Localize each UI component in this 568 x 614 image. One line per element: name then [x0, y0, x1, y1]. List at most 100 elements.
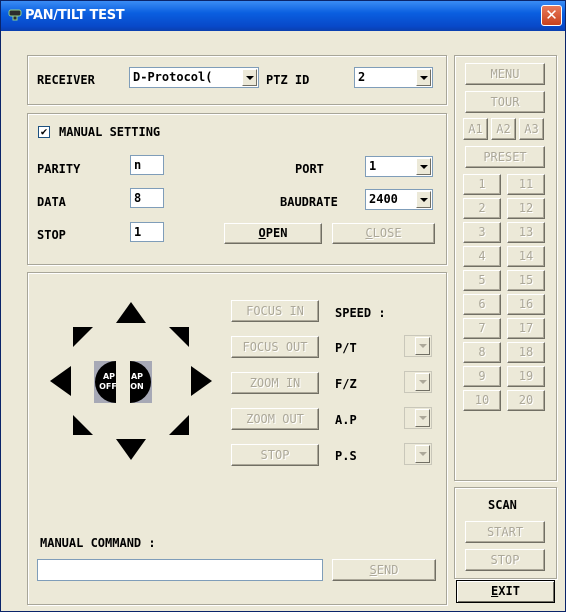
baudrate-select[interactable]: 2400 — [365, 189, 433, 210]
arrow-up-left-icon[interactable] — [73, 327, 93, 347]
fz-speed-select[interactable] — [404, 371, 432, 393]
receiver-label: RECEIVER — [37, 73, 95, 87]
ap-on-line2: ON — [130, 382, 144, 391]
ap-speed-select[interactable] — [404, 407, 432, 429]
ap-off-half-circle-icon: AP OFF — [95, 361, 117, 403]
dialog-client-area: RECEIVER D-Protocol( PTZ ID 2 ✔ MANUAL S… — [5, 33, 561, 609]
baudrate-value: 2400 — [369, 192, 398, 206]
arrow-left-icon[interactable] — [50, 366, 71, 396]
preset-9-button[interactable]: 9 — [463, 366, 501, 387]
preset-12-button[interactable]: 12 — [507, 198, 545, 219]
chevron-down-icon[interactable] — [416, 158, 431, 175]
manual-setting-group: ✔ MANUAL SETTING PARITY n DATA 8 STOP 1 … — [27, 113, 447, 265]
chevron-down-icon[interactable] — [415, 373, 430, 391]
arrow-down-right-icon[interactable] — [169, 415, 189, 435]
zoom-out-button[interactable]: ZOOM OUT — [231, 408, 319, 430]
preset-button[interactable]: PRESET — [465, 146, 545, 168]
fz-speed-label: F/Z — [335, 377, 357, 391]
baudrate-label: BAUDRATE — [280, 195, 338, 209]
window-title: PAN/TILT TEST — [25, 8, 125, 23]
ap-off-line1: AP — [103, 372, 115, 381]
port-select[interactable]: 1 — [365, 156, 433, 177]
ap-on-button[interactable]: AP ON — [130, 361, 152, 403]
receiver-protocol-value: D-Protocol( — [133, 70, 213, 84]
receiver-protocol-select[interactable]: D-Protocol( — [129, 67, 259, 88]
pt-speed-label: P/T — [335, 341, 357, 355]
chevron-down-icon[interactable] — [415, 445, 430, 463]
chevron-down-icon[interactable] — [416, 191, 431, 208]
stop-bits-field[interactable]: 1 — [130, 222, 164, 242]
chevron-down-icon[interactable] — [415, 409, 430, 427]
title-bar[interactable]: PAN/TILT TEST ✕ — [1, 1, 565, 31]
chevron-down-icon[interactable] — [416, 69, 431, 86]
focus-in-button[interactable]: FOCUS IN — [231, 300, 319, 322]
preset-14-button[interactable]: 14 — [507, 246, 545, 267]
exit-button[interactable]: EXIT — [456, 580, 555, 603]
preset-10-button[interactable]: 10 — [463, 390, 501, 411]
preset-4-button[interactable]: 4 — [463, 246, 501, 267]
preset-13-button[interactable]: 13 — [507, 222, 545, 243]
chevron-down-icon[interactable] — [242, 69, 257, 86]
scan-group: SCAN START STOP — [454, 487, 557, 579]
dialog-window: PAN/TILT TEST ✕ RECEIVER D-Protocol( PTZ… — [0, 0, 566, 612]
ap-on-half-circle-icon: AP ON — [130, 361, 151, 403]
ap-on-line1: AP — [131, 372, 143, 381]
scan-label: SCAN — [488, 498, 517, 512]
arrow-up-right-icon[interactable] — [169, 327, 189, 347]
ptz-id-select[interactable]: 2 — [354, 67, 433, 88]
preset-19-button[interactable]: 19 — [507, 366, 545, 387]
control-group: AP OFF AP ON FOCUS IN FOCUS OUT ZOOM IN … — [27, 272, 447, 605]
menu-button[interactable]: MENU — [465, 63, 545, 85]
port-label: PORT — [295, 162, 324, 176]
preset-1-button[interactable]: 1 — [463, 174, 501, 195]
preset-2-button[interactable]: 2 — [463, 198, 501, 219]
preset-8-button[interactable]: 8 — [463, 342, 501, 363]
send-button[interactable]: SEND — [332, 559, 436, 581]
function-buttons-group: MENU TOUR A1 A2 A3 PRESET 1 11 2 12 3 13 4 14 5 1… — [454, 55, 557, 481]
zoom-in-button[interactable]: ZOOM IN — [231, 372, 319, 394]
speed-label: SPEED : — [335, 306, 386, 320]
open-button[interactable]: OPEN — [224, 223, 322, 244]
manual-setting-label: MANUAL SETTING — [59, 125, 161, 139]
ps-speed-label: P.S — [335, 449, 357, 463]
close-port-button[interactable]: CLOSE — [332, 223, 435, 244]
parity-label: PARITY — [37, 162, 81, 176]
preset-20-button[interactable]: 20 — [507, 390, 545, 411]
scan-start-button[interactable]: START — [465, 521, 545, 543]
arrow-down-left-icon[interactable] — [73, 415, 93, 435]
arrow-right-icon[interactable] — [191, 366, 212, 396]
scan-stop-button[interactable]: STOP — [465, 549, 545, 571]
stop-button[interactable]: STOP — [231, 444, 319, 466]
manual-setting-checkbox[interactable]: ✔ — [38, 126, 50, 138]
tour-button[interactable]: TOUR — [465, 91, 545, 113]
parity-field[interactable]: n — [130, 155, 164, 175]
ap-off-button[interactable]: AP OFF — [94, 361, 117, 403]
preset-7-button[interactable]: 7 — [463, 318, 501, 339]
arrow-down-icon[interactable] — [116, 439, 146, 460]
preset-3-button[interactable]: 3 — [463, 222, 501, 243]
a2-button[interactable]: A2 — [491, 118, 516, 140]
preset-18-button[interactable]: 18 — [507, 342, 545, 363]
pt-speed-select[interactable] — [404, 335, 432, 357]
arrow-up-icon[interactable] — [116, 302, 146, 323]
port-value: 1 — [369, 159, 377, 173]
a3-button[interactable]: A3 — [519, 118, 544, 140]
focus-out-button[interactable]: FOCUS OUT — [231, 336, 319, 358]
a1-button[interactable]: A1 — [463, 118, 488, 140]
data-bits-field[interactable]: 8 — [130, 188, 164, 208]
ap-off-line2: OFF — [99, 382, 116, 391]
close-window-button[interactable]: ✕ — [541, 5, 562, 26]
preset-11-button[interactable]: 11 — [507, 174, 545, 195]
stop-bits-label: STOP — [37, 228, 66, 242]
preset-15-button[interactable]: 15 — [507, 270, 545, 291]
preset-16-button[interactable]: 16 — [507, 294, 545, 315]
preset-6-button[interactable]: 6 — [463, 294, 501, 315]
preset-17-button[interactable]: 17 — [507, 318, 545, 339]
ps-speed-select[interactable] — [404, 443, 432, 465]
receiver-group: RECEIVER D-Protocol( PTZ ID 2 — [27, 55, 447, 105]
manual-command-input[interactable] — [37, 559, 323, 581]
chevron-down-icon[interactable] — [415, 337, 430, 355]
ap-speed-label: A.P — [335, 413, 357, 427]
ptz-id-value: 2 — [358, 70, 366, 84]
preset-5-button[interactable]: 5 — [463, 270, 501, 291]
